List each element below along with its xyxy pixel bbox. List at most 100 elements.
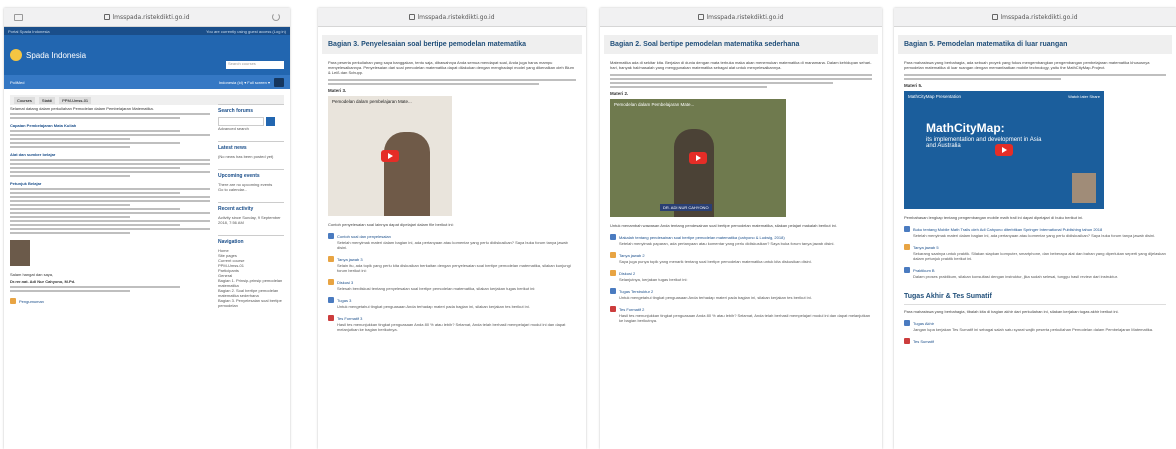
video-heading: MathCityMap: (926, 121, 1005, 135)
breadcrumb-item: PPM-Umss-01 (59, 96, 92, 104)
screenshot-bagian-3: lmsspada.ristekdikti.go.id Bagian 3. Pen… (318, 8, 586, 449)
greeting-text: Salam hangat dan saya, (10, 272, 54, 277)
activity-link[interactable]: Tanya jawab 5 (904, 244, 1166, 250)
activity-link[interactable]: Tes Formatif 2 (610, 306, 872, 312)
browser-url-bar[interactable]: lmsspada.ristekdikti.go.id (894, 8, 1176, 27)
forum-search-button[interactable] (266, 117, 275, 126)
browser-url-bar[interactable]: lmsspada.ristekdikti.go.id (318, 8, 586, 27)
materi-label: Materi 3. (328, 88, 347, 93)
activity-link[interactable]: Tugas Akhir (904, 320, 1166, 326)
spada-logo-icon[interactable] (10, 49, 22, 61)
site-brand[interactable]: Spada Indonesia (26, 51, 86, 60)
presenter-figure (384, 132, 430, 216)
url-text: lmsspada.ristekdikti.go.id (706, 13, 784, 21)
language-menu[interactable]: Indonesia (id) ▾ Full screen ▾ (219, 80, 270, 85)
play-icon[interactable] (689, 152, 707, 164)
section-intro: Para mahasiswa yang berbahagia, ada sebu… (904, 60, 1150, 70)
forum-icon (328, 279, 334, 285)
menu-icon[interactable] (274, 77, 284, 87)
video-player[interactable]: Pemodelan dalam pembelajaran Mate... (328, 96, 452, 216)
lock-icon (104, 14, 111, 20)
video-subtitle: its implementation and development in As… (926, 137, 1042, 149)
brand-top-link[interactable]: Portal Spada Indonesia (8, 29, 50, 34)
nav-bar: PoliMed Indonesia (id) ▾ Full screen ▾ (4, 75, 290, 89)
forum-icon (10, 298, 16, 304)
play-icon[interactable] (995, 144, 1013, 156)
upcoming-events-block: Upcoming events There are no upcoming ev… (218, 169, 284, 192)
course-main: Selamat datang dalam perkuliahan Pemodel… (10, 104, 210, 305)
section-intro: Matematika ada di sekitar kita. Berjalan… (610, 60, 872, 70)
site-header: Spada Indonesia Search courses (4, 35, 290, 75)
breadcrumb-item[interactable]: Courses (14, 96, 35, 104)
url-text: lmsspada.ristekdikti.go.id (1000, 13, 1078, 21)
activity-link[interactable]: Buku tentang Mobile Math Trails oleh Adi… (904, 226, 1166, 232)
browser-url-bar[interactable]: lmsspada.ristekdikti.go.id (600, 8, 882, 27)
author-photo (10, 240, 30, 266)
forum-icon (610, 252, 616, 258)
activity-link[interactable]: Contoh soal dan penyelesaian (328, 233, 576, 239)
forum-icon (610, 270, 616, 276)
alat-heading: Alat dan sumber belajar (10, 152, 56, 157)
intro-text: Selamat datang dalam perkuliahan Pemodel… (10, 106, 154, 111)
capaian-heading: Capaian Pembelajaran Mata Kuliah (10, 123, 77, 128)
nav-item[interactable]: Bagian 1. Prinsip-prinsip pemodelan mate… (218, 278, 284, 288)
activity-link[interactable]: Diskusi 3 (328, 279, 576, 285)
top-strip: Portal Spada Indonesia You are currently… (4, 27, 290, 35)
video-player[interactable]: Pemodelan dalam Pembelajaran Mate... DR.… (610, 99, 786, 217)
browser-url-bar[interactable]: lmsspada.ristekdikti.go.id (4, 8, 290, 27)
nav-home[interactable]: PoliMed (10, 80, 24, 85)
search-forums-block: Search forums Advanced search (218, 104, 284, 131)
book-icon (904, 226, 910, 232)
pengumuman-link[interactable]: Pengumuman (10, 298, 210, 304)
caption: Untuk menambah wawasan Anda tentang pend… (610, 223, 837, 228)
navigation-block: Navigation Home Site pages Current cours… (218, 235, 284, 308)
goto-calendar-link[interactable]: Go to calendar... (218, 187, 284, 192)
screenshot-bagian-2: lmsspada.ristekdikti.go.id Bagian 2. Soa… (600, 8, 882, 449)
author-name: Dr.rer.nat. Adi Nur Cahyono, M.Pd. (10, 279, 76, 284)
advanced-search-link[interactable]: Advanced search (218, 126, 284, 131)
tabs-icon[interactable] (14, 14, 23, 21)
activity-link[interactable]: Tugas Terstruktur 2 (610, 288, 872, 294)
reload-icon[interactable] (272, 13, 280, 21)
recent-activity-block: Recent activity Activity since Sunday, 9… (218, 202, 284, 225)
section-intro: Para peserta perkuliahan yang saya bangg… (328, 60, 574, 75)
activity-link[interactable]: Makalah tentang pendesainan soal bertipe… (610, 234, 872, 240)
latest-news-block: Latest news (No news has been posted yet… (218, 141, 284, 159)
file-icon (328, 233, 334, 239)
file-icon (610, 234, 616, 240)
forum-search-input[interactable] (218, 117, 264, 126)
activity-link[interactable]: Tes Sumatif (904, 338, 1166, 344)
login-status[interactable]: You are currently using guest access (Lo… (206, 29, 286, 34)
activity-link[interactable]: Tugas 3 (328, 297, 576, 303)
activity-link[interactable]: Tanya jawab 2 (610, 252, 872, 258)
materi-label: Materi 2. (610, 91, 629, 96)
nav-item[interactable]: Bagian 2. Soal bertipe pemodelan matemat… (218, 288, 284, 298)
materi-label: Materi 5. (904, 83, 923, 88)
assignment-icon (904, 267, 910, 273)
caption: Contoh penyelesaian soal lainnya dapat d… (328, 222, 454, 227)
assignment-icon (328, 297, 334, 303)
presenter-name: DR. ADI NUR CAHYONO (660, 204, 712, 211)
assignment-icon (610, 288, 616, 294)
video-actions[interactable]: Watch later Share (1068, 94, 1100, 99)
video-title: Pemodelan dalam Pembelajaran Mate... (614, 102, 695, 107)
lock-icon (409, 14, 416, 20)
forum-icon (904, 244, 910, 250)
video-player[interactable]: MathCityMap Presentation Watch later Sha… (904, 91, 1104, 209)
nav-item[interactable]: Bagian 3. Penyelesaian soal bertipe pemo… (218, 298, 284, 308)
section-title: Bagian 3. Penyelesaian soal bertipe pemo… (322, 35, 582, 54)
sidebar: Search forums Advanced search Latest new… (218, 104, 284, 318)
activity-link[interactable]: Diskusi 2 (610, 270, 872, 276)
caption: Pembahasan lengkap tentang pengembangan … (904, 215, 1084, 220)
play-icon[interactable] (381, 150, 399, 162)
breadcrumb-item[interactable]: Statdi (38, 96, 56, 104)
url-text: lmsspada.ristekdikti.go.id (112, 13, 190, 21)
video-title: MathCityMap Presentation (908, 94, 962, 99)
lock-icon (698, 14, 705, 20)
course-search-input[interactable]: Search courses (226, 61, 284, 69)
petunjuk-heading: Petunjuk Belajar (10, 181, 42, 186)
screenshot-course-home: lmsspada.ristekdikti.go.id Portal Spada … (4, 8, 290, 449)
activity-link[interactable]: Tes Formatif 3 (328, 315, 576, 321)
activity-link[interactable]: Praktikum B (904, 267, 1166, 273)
activity-link[interactable]: Tanya jawab 3 (328, 256, 576, 262)
